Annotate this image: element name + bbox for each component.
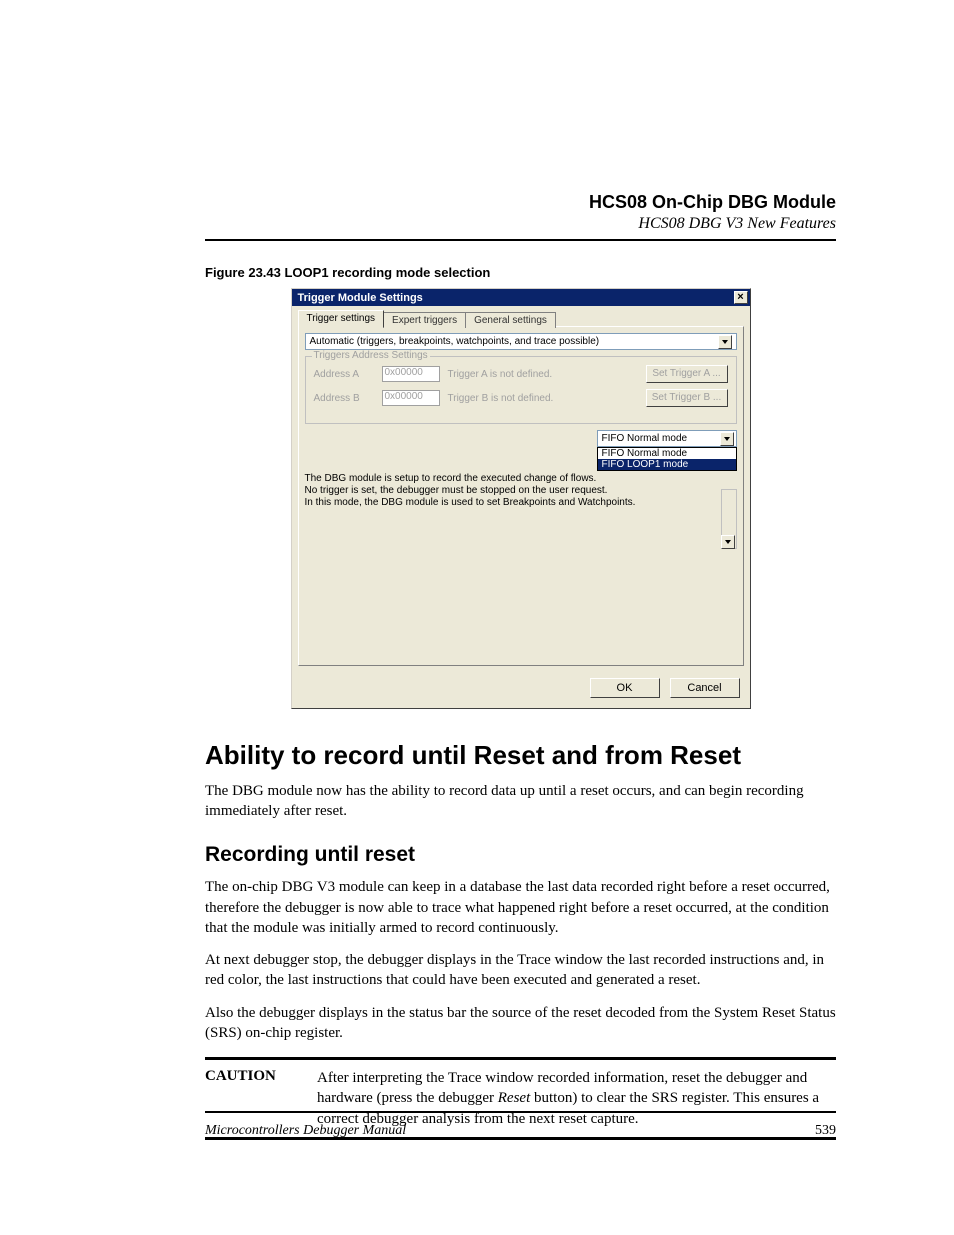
body-paragraph-1: The DBG module now has the ability to re… bbox=[205, 781, 836, 822]
trigger-mode-combo[interactable]: Automatic (triggers, breakpoints, watchp… bbox=[305, 333, 737, 350]
chevron-down-icon bbox=[721, 535, 735, 549]
header-title: HCS08 On-Chip DBG Module bbox=[205, 192, 836, 213]
ok-button[interactable]: OK bbox=[590, 678, 660, 698]
dialog-panel: Automatic (triggers, breakpoints, watchp… bbox=[298, 326, 744, 666]
body-paragraph-4: Also the debugger displays in the status… bbox=[205, 1003, 836, 1044]
dialog-button-row: OK Cancel bbox=[292, 672, 750, 708]
section-heading: Ability to record until Reset and from R… bbox=[205, 741, 836, 771]
address-b-status: Trigger B is not defined. bbox=[448, 393, 638, 404]
trigger-address-fieldset: Triggers Address Settings Address A 0x00… bbox=[305, 356, 737, 424]
desc-line-1: The DBG module is setup to record the ex… bbox=[305, 473, 717, 485]
fieldset-legend: Triggers Address Settings bbox=[312, 350, 430, 361]
chevron-down-icon bbox=[720, 432, 734, 446]
cancel-button[interactable]: Cancel bbox=[670, 678, 740, 698]
figure-caption: Figure 23.43 LOOP1 recording mode select… bbox=[205, 265, 836, 280]
header-rule bbox=[205, 239, 836, 241]
tab-trigger-settings[interactable]: Trigger settings bbox=[298, 310, 385, 327]
subsection-heading: Recording until reset bbox=[205, 843, 836, 867]
close-icon[interactable]: × bbox=[734, 291, 748, 304]
footer-page-number: 539 bbox=[815, 1123, 836, 1139]
fifo-option-normal[interactable]: FIFO Normal mode bbox=[598, 448, 736, 459]
set-trigger-b-button[interactable]: Set Trigger B ... bbox=[646, 389, 728, 407]
body-paragraph-2: The on-chip DBG V3 module can keep in a … bbox=[205, 877, 836, 938]
address-b-input[interactable]: 0x00000 bbox=[382, 390, 440, 406]
trigger-settings-dialog: Trigger Module Settings × Trigger settin… bbox=[291, 288, 751, 709]
address-a-status: Trigger A is not defined. bbox=[448, 369, 638, 380]
tab-general-settings[interactable]: General settings bbox=[465, 312, 556, 328]
address-b-label: Address B bbox=[314, 393, 374, 404]
panel-spacer bbox=[305, 549, 737, 659]
dialog-tabs: Trigger settings Expert triggers General… bbox=[292, 306, 750, 326]
caution-text-ital: Reset bbox=[498, 1090, 530, 1106]
trigger-mode-value: Automatic (triggers, breakpoints, watchp… bbox=[310, 336, 600, 347]
chevron-down-icon bbox=[718, 335, 732, 349]
header-subtitle: HCS08 DBG V3 New Features bbox=[205, 215, 836, 233]
page-header: HCS08 On-Chip DBG Module HCS08 DBG V3 Ne… bbox=[205, 192, 836, 233]
address-a-label: Address A bbox=[314, 369, 374, 380]
desc-line-3: In this mode, the DBG module is used to … bbox=[305, 497, 717, 509]
address-a-row: Address A 0x00000 Trigger A is not defin… bbox=[314, 365, 728, 383]
scrollbar[interactable] bbox=[721, 489, 737, 549]
body-paragraph-3: At next debugger stop, the debugger disp… bbox=[205, 950, 836, 991]
desc-line-2: No trigger is set, the debugger must be … bbox=[305, 485, 717, 497]
fifo-option-loop1[interactable]: FIFO LOOP1 mode bbox=[598, 459, 736, 470]
dialog-title: Trigger Module Settings bbox=[298, 292, 423, 304]
address-b-row: Address B 0x00000 Trigger B is not defin… bbox=[314, 389, 728, 407]
footer-rule bbox=[205, 1111, 836, 1113]
tab-expert-triggers[interactable]: Expert triggers bbox=[383, 312, 466, 328]
fifo-mode-value: FIFO Normal mode bbox=[602, 433, 688, 444]
dialog-titlebar: Trigger Module Settings × bbox=[292, 289, 750, 306]
fifo-mode-dropdown[interactable]: FIFO Normal mode FIFO LOOP1 mode bbox=[597, 447, 737, 471]
address-a-input[interactable]: 0x00000 bbox=[382, 366, 440, 382]
page-footer: Microcontrollers Debugger Manual 539 bbox=[205, 1111, 836, 1139]
fifo-mode-combo[interactable]: FIFO Normal mode bbox=[597, 430, 737, 447]
fifo-mode-area: FIFO Normal mode FIFO Normal mode FIFO L… bbox=[305, 430, 737, 447]
footer-manual-title: Microcontrollers Debugger Manual bbox=[205, 1123, 406, 1139]
set-trigger-a-button[interactable]: Set Trigger A ... bbox=[646, 365, 728, 383]
